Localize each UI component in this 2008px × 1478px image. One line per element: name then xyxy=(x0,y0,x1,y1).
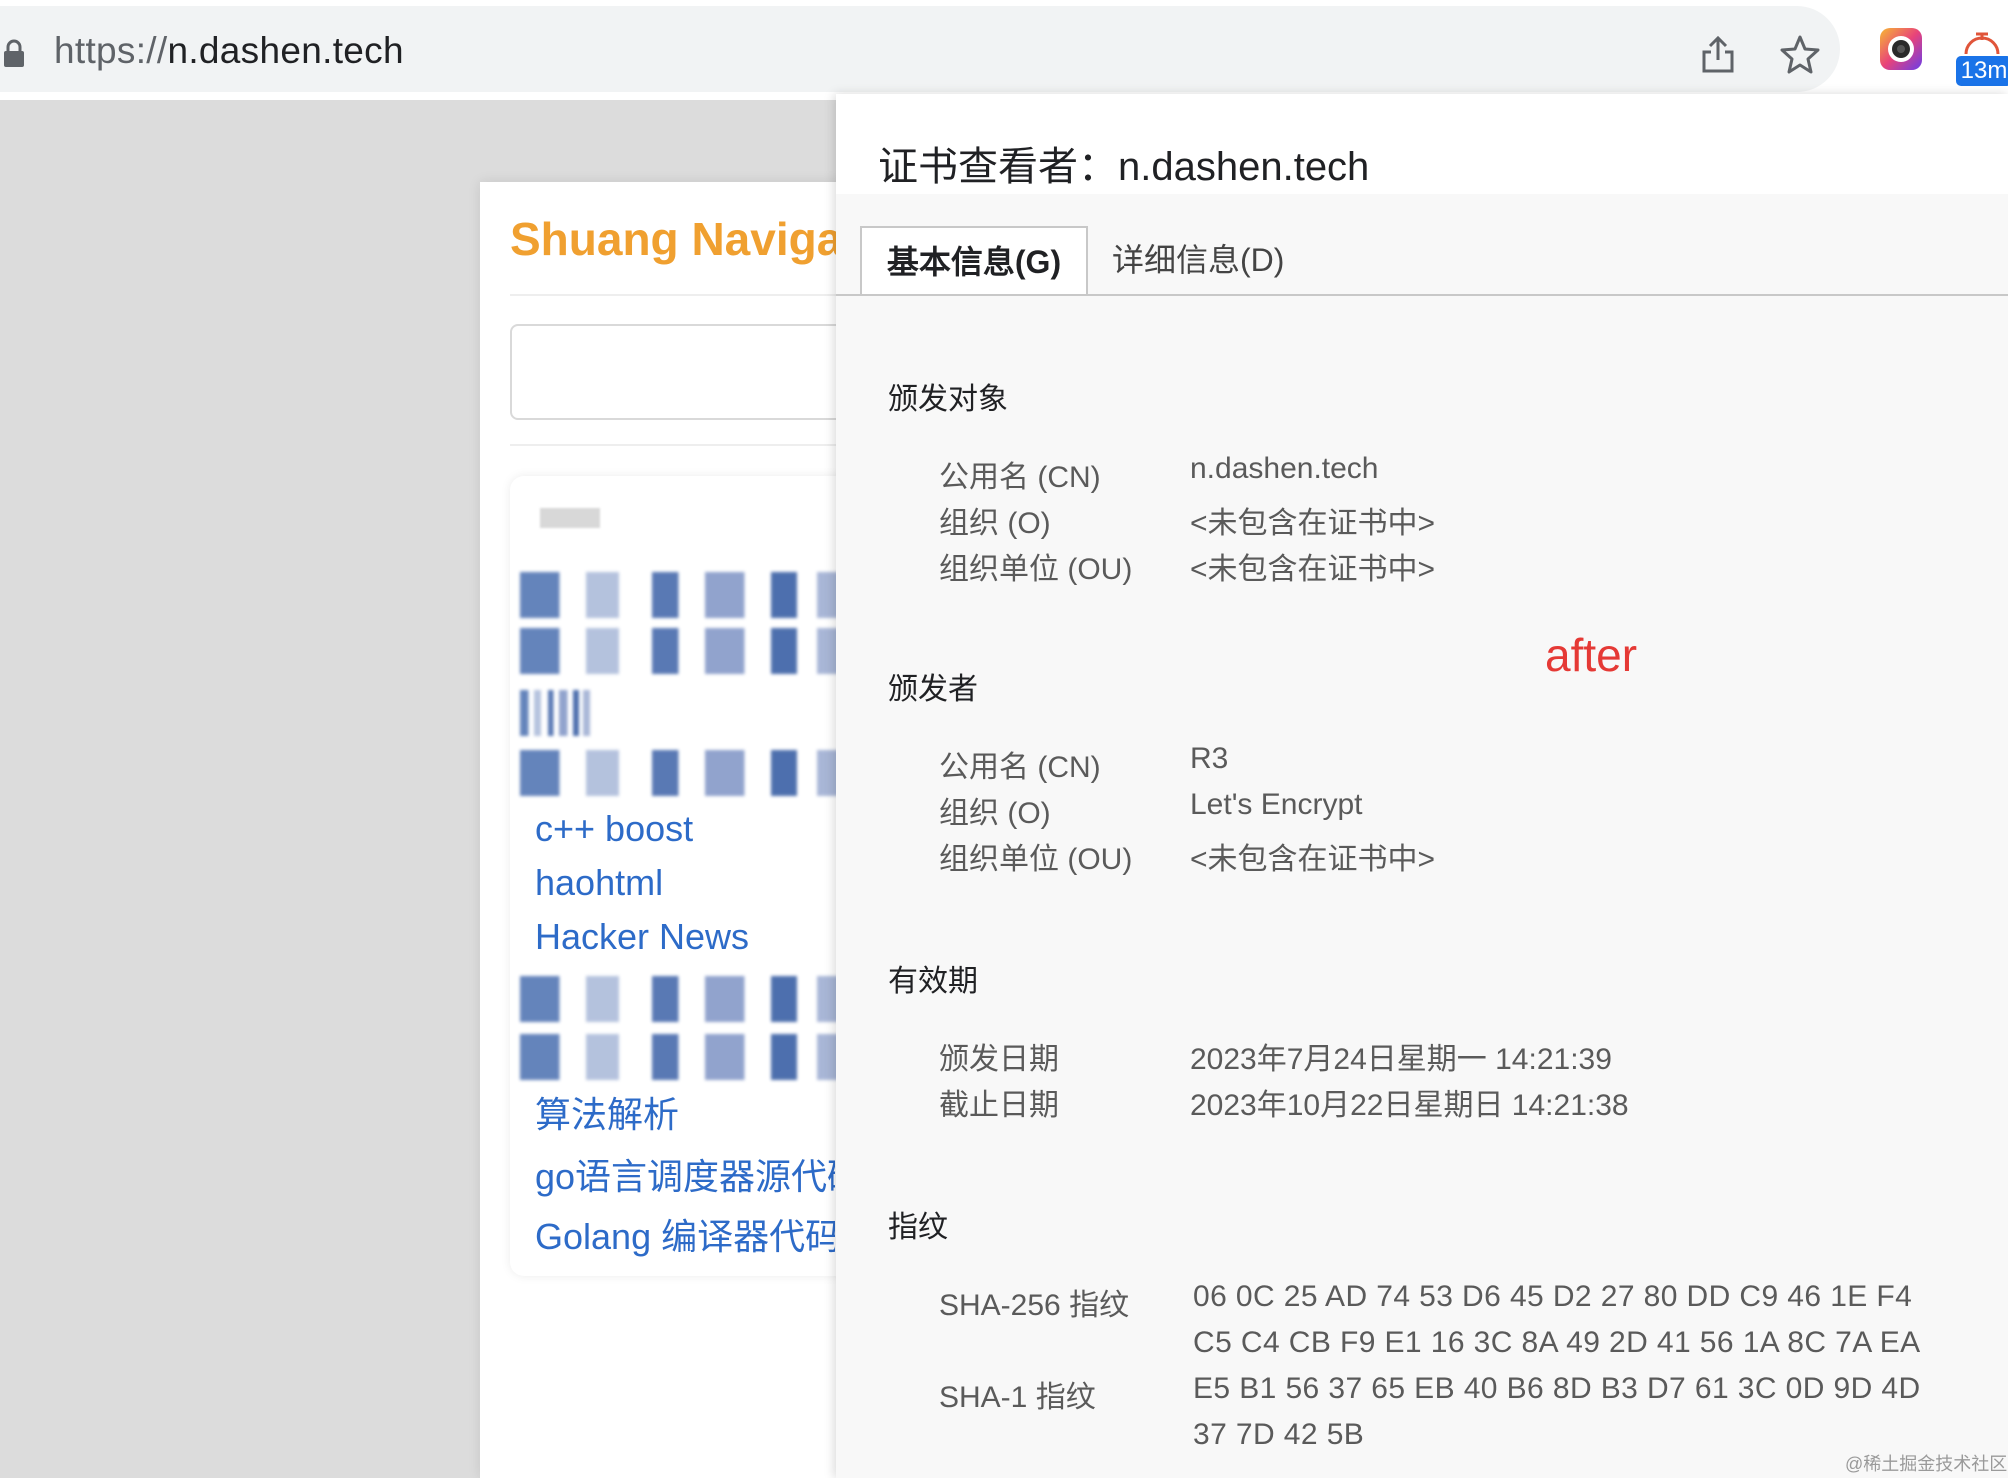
field-label: 公用名 (CN) xyxy=(939,461,1101,494)
link-golang-compiler[interactable]: Golang 编译器代码 xyxy=(535,1208,835,1260)
field-value: n.dashen.tech xyxy=(1190,452,1379,485)
fingerprint-heading: 指纹 xyxy=(888,1211,948,1244)
browser-toolbar: https://n.dashen.tech 13m xyxy=(0,0,2008,100)
sha1-value-line: E5 B1 56 37 65 EB 40 B6 8D B3 D7 61 3C 0… xyxy=(1193,1372,1921,1405)
dialog-title: 证书查看者：n.dashen.tech xyxy=(878,145,1370,189)
field-label: 组织单位 (OU) xyxy=(939,843,1133,876)
redacted-link[interactable] xyxy=(520,690,590,736)
field-label: 截止日期 xyxy=(939,1089,1059,1122)
redacted-link[interactable] xyxy=(520,1034,850,1080)
redacted-link[interactable] xyxy=(520,572,850,618)
link-hacker-news[interactable]: Hacker News xyxy=(535,916,835,958)
url-text[interactable]: https://n.dashen.tech xyxy=(54,30,404,72)
watermark: @稀土掘金技术社区 xyxy=(1845,1454,2008,1474)
search-divider xyxy=(510,444,870,446)
share-icon[interactable] xyxy=(1700,34,1736,74)
link-cpp-boost[interactable]: c++ boost xyxy=(535,808,835,850)
camera-extension-icon[interactable] xyxy=(1878,26,1924,72)
issue-date-value: 2023年7月24日星期一 14:21:39 xyxy=(1190,1043,1612,1076)
redacted-link[interactable] xyxy=(520,628,850,674)
title-divider xyxy=(510,294,870,296)
timer-badge[interactable]: 13m xyxy=(1956,56,2008,86)
tab-details[interactable]: 详细信息(D) xyxy=(1112,226,1284,294)
validity-heading: 有效期 xyxy=(888,965,978,998)
site-title[interactable]: Shuang Naviga xyxy=(510,212,842,266)
redacted-link[interactable] xyxy=(520,750,850,796)
field-label: 颁发日期 xyxy=(939,1043,1059,1076)
bookmark-star-icon[interactable] xyxy=(1780,34,1820,74)
link-go-scheduler[interactable]: go语言调度器源代码 xyxy=(535,1148,835,1200)
redacted-link[interactable] xyxy=(520,976,850,1022)
after-annotation: after xyxy=(1545,629,1638,681)
sha1-label: SHA-1 指纹 xyxy=(939,1381,1096,1414)
search-input[interactable] xyxy=(510,324,874,420)
dialog-header: 证书查看者：n.dashen.tech xyxy=(836,94,2008,194)
sha1-value-line: 37 7D 42 5B xyxy=(1193,1418,1365,1451)
field-value: <未包含在证书中> xyxy=(1190,843,1436,876)
link-algorithm[interactable]: 算法解析 xyxy=(535,1086,835,1138)
url-host: n.dashen.tech xyxy=(167,30,404,71)
field-value: R3 xyxy=(1190,742,1229,775)
field-label: 公用名 (CN) xyxy=(939,751,1101,784)
field-value: <未包含在证书中> xyxy=(1190,553,1436,586)
field-label: 组织单位 (OU) xyxy=(939,553,1133,586)
lock-icon[interactable] xyxy=(2,39,26,69)
certificate-viewer-dialog: 证书查看者：n.dashen.tech 基本信息(G) 详细信息(D) 颁发对象… xyxy=(836,94,2008,1478)
field-label: 组织 (O) xyxy=(939,797,1051,830)
issued-to-heading: 颁发对象 xyxy=(888,383,1008,416)
sha256-label: SHA-256 指纹 xyxy=(939,1289,1130,1322)
tabs-divider xyxy=(836,294,2008,296)
sha256-value-line: 06 0C 25 AD 74 53 D6 45 D2 27 80 DD C9 4… xyxy=(1193,1280,1913,1313)
redacted-heading xyxy=(540,508,600,528)
field-value: <未包含在证书中> xyxy=(1190,507,1436,540)
tab-basic-info[interactable]: 基本信息(G) xyxy=(860,226,1088,296)
issued-by-heading: 颁发者 xyxy=(888,673,978,706)
field-label: 组织 (O) xyxy=(939,507,1051,540)
field-value: Let's Encrypt xyxy=(1190,788,1363,821)
address-bar[interactable]: https://n.dashen.tech xyxy=(0,6,1840,92)
expiry-date-value: 2023年10月22日星期日 14:21:38 xyxy=(1190,1089,1629,1122)
url-scheme: https:// xyxy=(54,30,168,71)
link-haohtml[interactable]: haohtml xyxy=(535,862,835,904)
sha256-value-line: C5 C4 CB F9 E1 16 3C 8A 49 2D 41 56 1A 8… xyxy=(1193,1326,1921,1359)
